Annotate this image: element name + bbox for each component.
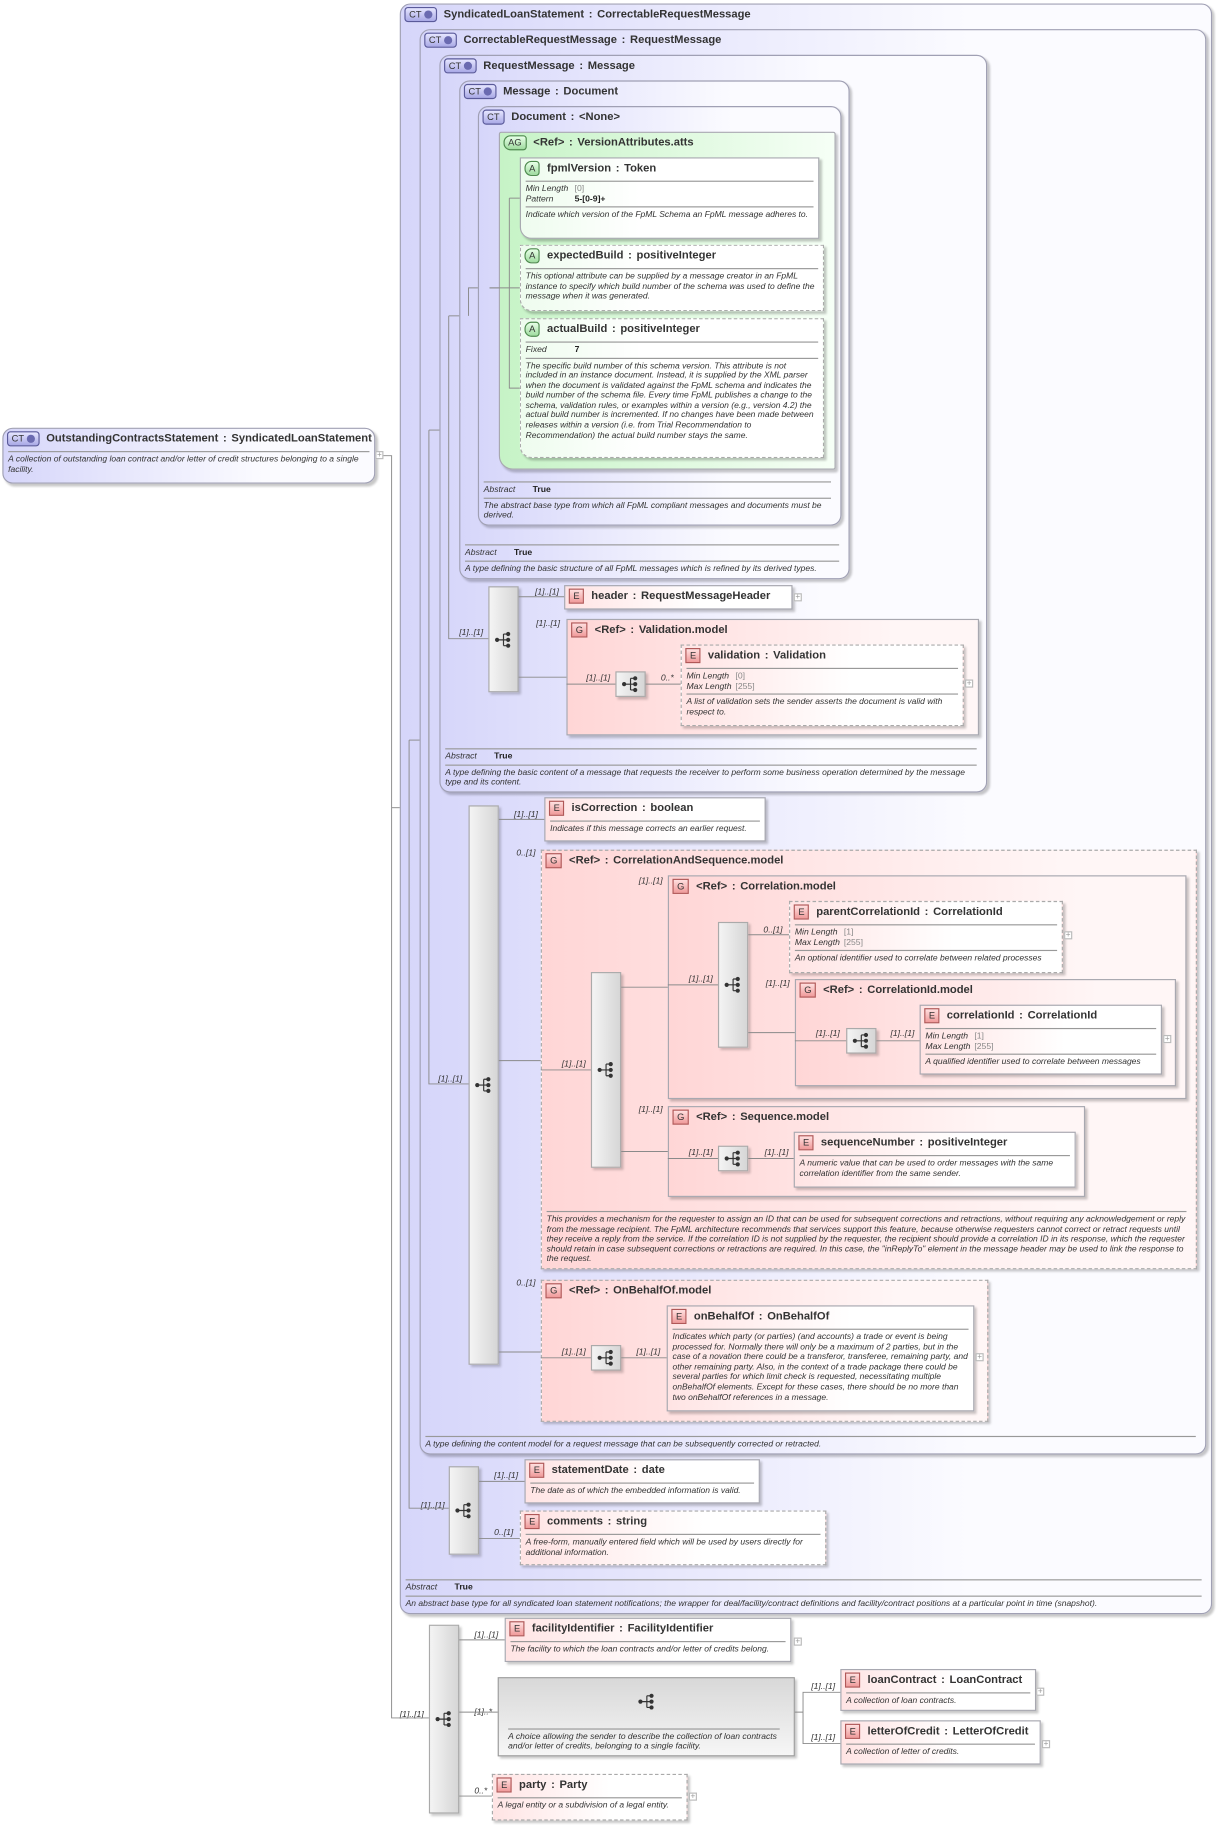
connector-line bbox=[383, 455, 429, 1719]
connector-lines bbox=[383, 197, 920, 1797]
connector-line bbox=[802, 1712, 841, 1745]
schema-diagram: CT OutstandingContractsStatement: Syndicat… bbox=[0, 0, 1218, 1825]
connector-line bbox=[508, 198, 520, 389]
connector-line bbox=[468, 287, 478, 316]
connector-line bbox=[448, 315, 489, 640]
connector-line bbox=[794, 1691, 841, 1713]
